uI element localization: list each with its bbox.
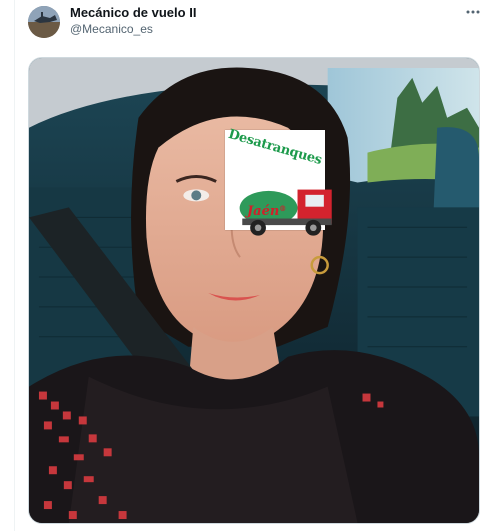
sticker-subtitle-text: Jaén	[247, 204, 280, 219]
photo-illustration	[29, 58, 479, 523]
timeline-divider	[14, 0, 15, 531]
avatar[interactable]	[28, 6, 60, 38]
more-horizontal-icon	[466, 10, 480, 14]
user-handle[interactable]: @Mecanico_es	[70, 22, 153, 36]
tweet-photo[interactable]: Desatranques Jaén®	[28, 57, 480, 524]
avatar-image	[28, 6, 60, 38]
company-sticker: Desatranques Jaén®	[225, 127, 332, 236]
sticker-subtitle: Jaén®	[247, 204, 286, 219]
registered-mark: ®	[279, 204, 287, 213]
more-icon[interactable]	[462, 2, 484, 22]
display-name[interactable]: Mecánico de vuelo II	[70, 5, 196, 20]
